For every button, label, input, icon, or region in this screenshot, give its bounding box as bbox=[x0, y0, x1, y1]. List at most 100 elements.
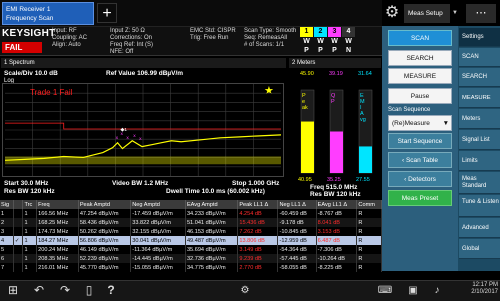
svg-text:x: x bbox=[133, 134, 136, 139]
table-row[interactable]: 7 1 216.01 MHz 45.770 dBµV/m -15.055 dBµV/m 3… bbox=[0, 263, 382, 272]
detector-type: P bbox=[332, 47, 337, 54]
table-row[interactable]: 3 1 174.73 MHz 50.262 dBµV/m 32.155 dBµV/m 46… bbox=[0, 227, 382, 236]
row-checkbox[interactable] bbox=[13, 245, 24, 254]
table-row[interactable]: 6 1 208.35 MHz 52.239 dBµV/m -14.445 dBµV/m 3… bbox=[0, 254, 382, 263]
measure-button[interactable]: MEASURE bbox=[388, 68, 452, 84]
fail-indicator: FAIL bbox=[2, 42, 42, 53]
tab-search[interactable]: SEARCH bbox=[459, 68, 500, 87]
row-checkbox[interactable] bbox=[13, 254, 24, 263]
search-button[interactable]: SEARCH bbox=[388, 50, 452, 66]
signal-list-table[interactable]: Sig Trc Freq Peak Amptd Neg Amptd EAvg Amptd P… bbox=[0, 200, 382, 272]
table-row[interactable]: 4 ✓ 1 184.27 MHz 56.806 dBµV/m 30.041 dBµV/m 4… bbox=[0, 236, 382, 245]
meters-window-title[interactable]: 2 Meters bbox=[289, 58, 381, 68]
column-header[interactable]: Trc bbox=[22, 200, 38, 209]
add-screen-button[interactable]: + bbox=[97, 3, 117, 23]
file-icon[interactable]: ▯ bbox=[80, 283, 98, 298]
column-header[interactable]: Neg Amptd bbox=[130, 200, 186, 209]
tab-advanced[interactable]: Advanced bbox=[459, 218, 500, 238]
table-cell: -9.178 dB bbox=[277, 218, 317, 227]
table-cell: 6 bbox=[0, 254, 14, 263]
settings-icon[interactable]: ⚙ bbox=[236, 283, 254, 298]
table-cell: 1 bbox=[22, 254, 38, 263]
chevron-down-icon[interactable]: ▼ bbox=[452, 4, 462, 23]
table-cell: -58.055 dB bbox=[277, 263, 317, 272]
meas-setup-menu-title[interactable]: Meas Setup bbox=[404, 4, 450, 23]
trace-number: 2 bbox=[314, 27, 327, 37]
table-cell: 13.806 dB bbox=[237, 236, 279, 245]
tab-measure[interactable]: MEASURE bbox=[459, 88, 500, 108]
trade-fail-label: Trade 1 Fail bbox=[30, 88, 73, 97]
peak-bottom-value: 40.95 bbox=[298, 177, 312, 183]
row-checkbox[interactable] bbox=[13, 209, 24, 218]
table-row[interactable]: 1 1 166.56 MHz 47.254 dBµV/m -17.459 dBµV/m 3… bbox=[0, 209, 382, 218]
column-header[interactable]: Comm bbox=[356, 200, 382, 209]
meas-preset-button[interactable]: Meas Preset bbox=[388, 190, 452, 206]
tab-tune-listen[interactable]: Tune & Listen bbox=[459, 195, 500, 217]
volume-icon[interactable]: ♪ bbox=[428, 283, 446, 298]
input-z-line: Input Z: 50 Ω bbox=[110, 28, 145, 34]
column-header[interactable]: Sig bbox=[0, 200, 14, 209]
row-checkbox[interactable] bbox=[13, 227, 24, 236]
detectors-button[interactable]: ‹ Detectors bbox=[388, 171, 452, 187]
table-cell: 6.487 dB bbox=[316, 236, 358, 245]
peak-bar-label: Peak bbox=[302, 93, 308, 111]
start-sequence-button[interactable]: Start Sequence bbox=[388, 133, 452, 149]
peak-meter-bar bbox=[301, 121, 314, 173]
screen-tab-subtitle: Frequency Scan bbox=[6, 15, 54, 22]
row-checkbox[interactable] bbox=[13, 218, 24, 227]
table-cell: 52.239 dBµV/m bbox=[78, 254, 132, 263]
row-checkbox[interactable]: ✓ bbox=[13, 236, 24, 245]
scan-table-button[interactable]: ‹ Scan Table bbox=[388, 152, 452, 168]
keyboard-icon[interactable]: ⌨ bbox=[376, 283, 394, 298]
table-cell: -54.364 dB bbox=[277, 245, 317, 254]
undo-icon[interactable]: ↶ bbox=[30, 283, 48, 298]
table-cell: R bbox=[356, 254, 382, 263]
table-cell: 32.736 dBµV/m bbox=[185, 254, 239, 263]
spectrum-window-title[interactable]: 1 Spectrum bbox=[1, 58, 286, 68]
tab-limits[interactable]: Limits bbox=[459, 151, 500, 171]
tab-scan[interactable]: SCAN bbox=[459, 48, 500, 67]
column-header[interactable]: Peak LL1 Δ bbox=[237, 200, 279, 209]
svg-text:◆1: ◆1 bbox=[120, 127, 127, 133]
table-cell: R bbox=[356, 245, 382, 254]
column-header[interactable]: Peak Amptd bbox=[78, 200, 132, 209]
column-header[interactable]: EAvg Amptd bbox=[185, 200, 239, 209]
ref-value-label: Ref Value 106.99 dBµV/m bbox=[106, 70, 184, 77]
screen-tab-emi-receiver[interactable]: EMI Receiver 1 Frequency Scan bbox=[2, 2, 94, 25]
table-row[interactable]: 5 1 200.24 MHz 46.149 dBµV/m -11.364 dBµV/m 3… bbox=[0, 245, 382, 254]
spectrum-graph[interactable]: xxx xx ◆1 bbox=[2, 83, 284, 177]
column-header[interactable]: EAvg LL1 Δ bbox=[316, 200, 358, 209]
trace-annotation[interactable]: 1 2 3 4 W W W W P P P N bbox=[300, 27, 358, 55]
row-checkbox[interactable] bbox=[13, 263, 24, 272]
table-cell: 168.25 MHz bbox=[36, 218, 79, 227]
scan-button[interactable]: SCAN bbox=[388, 30, 452, 46]
column-header[interactable]: Freq bbox=[36, 200, 79, 209]
windows-start-icon[interactable]: ⊞ bbox=[4, 283, 22, 298]
system-clock[interactable]: 12:17 PM 2/10/2017 bbox=[462, 282, 498, 296]
network-icon[interactable]: ▣ bbox=[404, 283, 422, 298]
input-z-settings: Input Z: 50 Ω Corrections: On Freq Ref: … bbox=[110, 28, 153, 56]
tab-signal-list[interactable]: Signal List bbox=[459, 130, 500, 150]
pause-button[interactable]: Pause bbox=[388, 88, 452, 104]
table-cell: -14.445 dBµV/m bbox=[130, 254, 186, 263]
tab-global[interactable]: Global bbox=[459, 239, 500, 259]
gear-icon[interactable]: ⚙ bbox=[383, 4, 401, 22]
column-header[interactable] bbox=[13, 200, 24, 209]
tab-meas-standard[interactable]: Meas Standard bbox=[459, 172, 500, 194]
more-options-icon[interactable]: ⋯ bbox=[466, 4, 496, 23]
res-bw-label: Res BW 120 kHz bbox=[4, 188, 55, 195]
tab-meters[interactable]: Meters bbox=[459, 109, 500, 129]
peak-top-value: 45.90 bbox=[300, 71, 314, 77]
table-cell: -11.364 dBµV/m bbox=[130, 245, 186, 254]
trace-number: 3 bbox=[328, 27, 341, 37]
table-cell: 51.041 dBµV/m bbox=[185, 218, 239, 227]
scan-sequence-dropdown[interactable]: (Re)Measure ▼ bbox=[388, 115, 452, 131]
detector-type: P bbox=[318, 47, 323, 54]
table-cell: 33.822 dBµV/m bbox=[130, 218, 186, 227]
tab-settings[interactable]: Settings bbox=[459, 28, 500, 47]
column-header[interactable]: Neg LL1 Δ bbox=[277, 200, 317, 209]
redo-icon[interactable]: ↷ bbox=[56, 283, 74, 298]
table-row[interactable]: 2 1 168.25 MHz 58.436 dBµV/m 33.822 dBµV/m 51… bbox=[0, 218, 382, 227]
table-cell: -8.225 dB bbox=[316, 263, 358, 272]
help-icon[interactable]: ? bbox=[102, 283, 120, 298]
